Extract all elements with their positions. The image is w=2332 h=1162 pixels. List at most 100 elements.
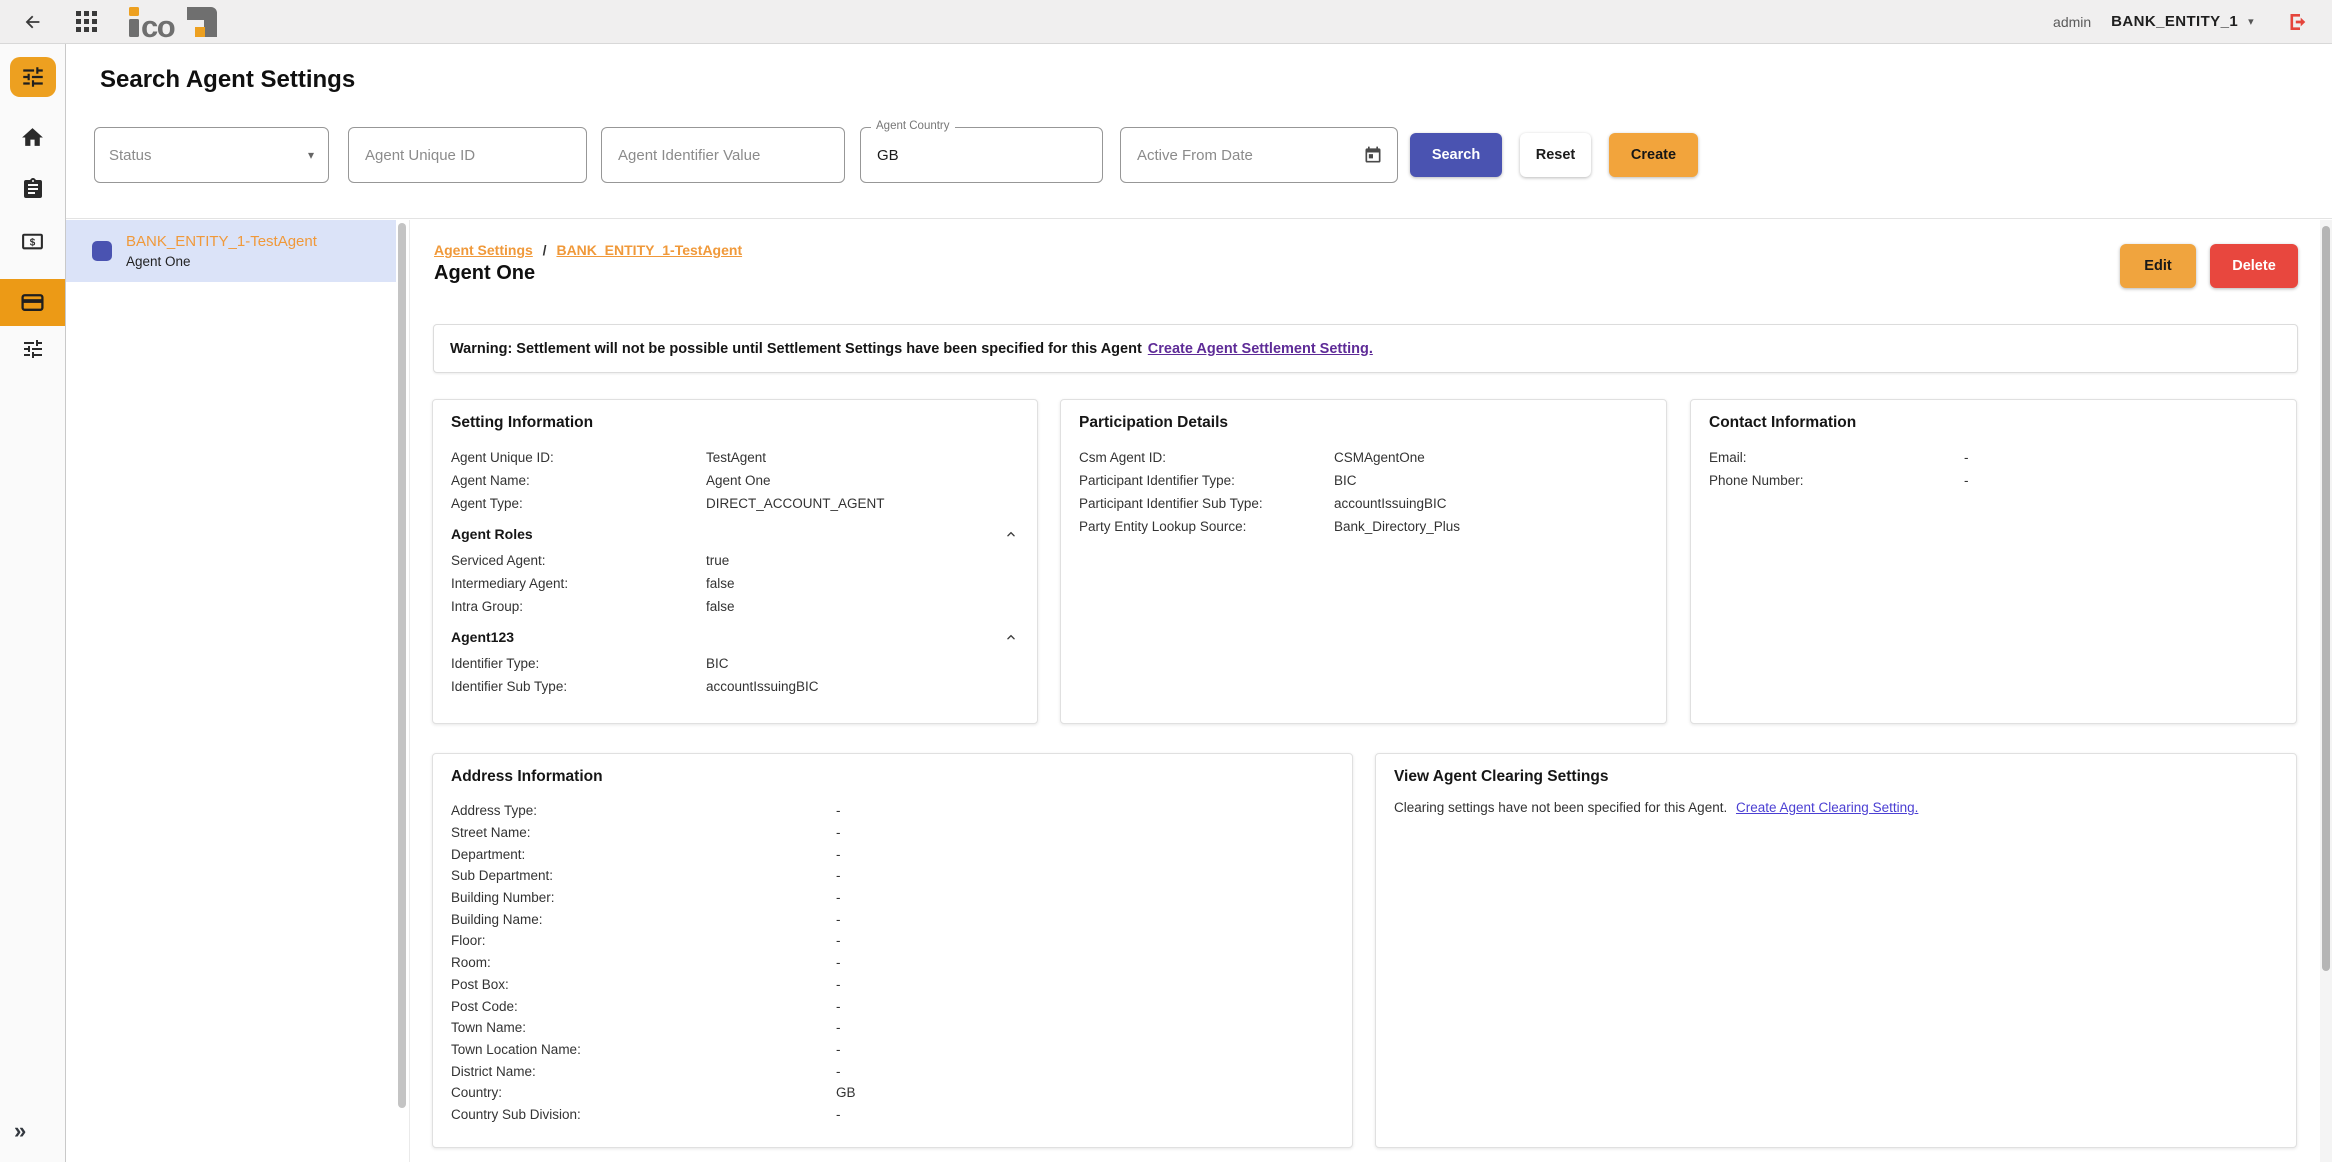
breadcrumb: Agent Settings / BANK_ENTITY_1-TestAgent (434, 242, 742, 258)
entity-name: BANK_ENTITY_1 (2111, 13, 2238, 30)
field-value: - (836, 868, 841, 883)
field-label: Intermediary Agent: (451, 576, 706, 591)
field-value: - (836, 1042, 841, 1057)
field-value: accountIssuingBIC (706, 679, 819, 694)
field-row: Room:- (451, 952, 1334, 974)
agent-country-input[interactable] (875, 146, 1088, 165)
field-label: Intra Group: (451, 599, 706, 614)
calendar-button[interactable] (1363, 145, 1383, 165)
field-label: Agent Unique ID: (451, 450, 706, 465)
agent-identifier-value-input[interactable] (616, 146, 830, 165)
field-row: Building Name:- (451, 908, 1334, 930)
field-value: - (836, 803, 841, 818)
results-scrollbar[interactable] (398, 223, 406, 1108)
svg-text:$: $ (30, 237, 36, 248)
sidebar-item-payments[interactable]: $ (0, 219, 65, 263)
settlement-warning-banner: Warning: Settlement will not be possible… (433, 324, 2298, 373)
result-item-subtitle: Agent One (126, 254, 317, 269)
sidebar-item-configuration[interactable] (0, 327, 65, 371)
delete-button[interactable]: Delete (2210, 244, 2298, 288)
agent-avatar (92, 241, 112, 261)
clearing-settings-card: View Agent Clearing Settings Clearing se… (1375, 753, 2297, 1148)
field-value: true (706, 553, 729, 568)
field-label: Agent Type: (451, 496, 706, 511)
field-value: DIRECT_ACCOUNT_AGENT (706, 496, 885, 511)
body-split: BANK_ENTITY_1-TestAgent Agent One Agent … (66, 218, 2332, 1162)
field-value: - (836, 825, 841, 840)
sidebar-item-home[interactable] (0, 115, 65, 159)
field-value: CSMAgentOne (1334, 450, 1425, 465)
field-label: Party Entity Lookup Source: (1079, 519, 1334, 534)
detail-scrollbar[interactable] (2322, 226, 2330, 971)
field-label: Csm Agent ID: (1079, 450, 1334, 465)
create-button[interactable]: Create (1609, 133, 1698, 177)
sliders-icon (21, 337, 45, 361)
results-panel: BANK_ENTITY_1-TestAgent Agent One (66, 220, 410, 1162)
field-label: Identifier Sub Type: (451, 679, 706, 694)
field-row: Serviced Agent:true (451, 549, 1019, 572)
field-row: Agent Type:DIRECT_ACCOUNT_AGENT (451, 492, 1019, 515)
logo-text: co (141, 9, 175, 39)
breadcrumb-separator: / (543, 242, 547, 258)
field-row: Sub Department:- (451, 865, 1334, 887)
result-list-item-selected[interactable]: BANK_ENTITY_1-TestAgent Agent One (66, 220, 396, 282)
back-button[interactable] (22, 11, 44, 33)
field-value: BIC (1334, 473, 1357, 488)
field-row: Town Name:- (451, 1017, 1334, 1039)
field-label: Department: (451, 847, 836, 862)
status-select-label: Status (109, 147, 308, 164)
field-row: Participant Identifier Type:BIC (1079, 469, 1648, 492)
collapse-chevron-up-icon[interactable] (1003, 526, 1019, 542)
field-label: Participant Identifier Sub Type: (1079, 496, 1334, 511)
collapse-chevron-up-icon[interactable] (1003, 629, 1019, 645)
field-label: Identifier Type: (451, 656, 706, 671)
field-row: Post Code:- (451, 995, 1334, 1017)
agent-country-label: Agent Country (871, 120, 955, 132)
breadcrumb-link-agent-settings[interactable]: Agent Settings (434, 242, 533, 258)
logout-icon (2286, 10, 2310, 34)
create-clearing-setting-link[interactable]: Create Agent Clearing Setting. (1736, 800, 1918, 815)
card-title: Contact Information (1709, 414, 2278, 432)
field-value: BIC (706, 656, 729, 671)
sidebar-module-tile[interactable] (10, 57, 56, 97)
field-label: Floor: (451, 933, 836, 948)
sidebar-expand-button[interactable]: » (6, 1114, 46, 1148)
result-item-title: BANK_ENTITY_1-TestAgent (126, 233, 317, 251)
field-value: - (836, 1020, 841, 1035)
contact-information-rows: Email:-Phone Number:- (1709, 446, 2278, 492)
field-row: Floor:- (451, 930, 1334, 952)
field-value: Bank_Directory_Plus (1334, 519, 1460, 534)
address-information-card: Address Information Address Type:-Street… (432, 753, 1353, 1148)
chevron-down-icon: ▾ (2248, 15, 2254, 28)
field-row: Email:- (1709, 446, 2278, 469)
entity-selector[interactable]: BANK_ENTITY_1 ▾ (2105, 12, 2260, 31)
status-select[interactable]: Status ▾ (94, 127, 329, 183)
agent-unique-id-input[interactable] (363, 146, 572, 165)
apps-grid-button[interactable] (76, 11, 97, 32)
field-row: Identifier Sub Type:accountIssuingBIC (451, 675, 1019, 698)
reset-button[interactable]: Reset (1520, 133, 1591, 177)
section-title: Agent Roles (451, 526, 533, 542)
search-button[interactable]: Search (1410, 133, 1502, 177)
logo-icon: co (127, 5, 227, 39)
edit-button[interactable]: Edit (2120, 244, 2196, 288)
create-settlement-setting-link[interactable]: Create Agent Settlement Setting. (1148, 341, 1373, 357)
active-from-date-input[interactable] (1135, 146, 1363, 165)
field-value: - (836, 912, 841, 927)
credit-card-icon (20, 290, 45, 315)
field-value: - (836, 933, 841, 948)
field-row: District Name:- (451, 1060, 1334, 1082)
sidebar-item-agent-settings-active[interactable] (0, 279, 65, 326)
field-row: Participant Identifier Sub Type:accountI… (1079, 492, 1648, 515)
sidebar-item-worklist[interactable] (0, 167, 65, 211)
field-label: Email: (1709, 450, 1964, 465)
field-row: Intra Group:false (451, 595, 1019, 618)
section-title: Agent123 (451, 629, 514, 645)
field-value: - (836, 955, 841, 970)
breadcrumb-link-agent[interactable]: BANK_ENTITY_1-TestAgent (556, 242, 742, 258)
contact-information-card: Contact Information Email:-Phone Number:… (1690, 399, 2297, 724)
field-value: false (706, 599, 735, 614)
double-chevron-right-icon: » (14, 1118, 26, 1143)
logout-button[interactable] (2286, 10, 2310, 34)
tune-icon (20, 64, 46, 90)
